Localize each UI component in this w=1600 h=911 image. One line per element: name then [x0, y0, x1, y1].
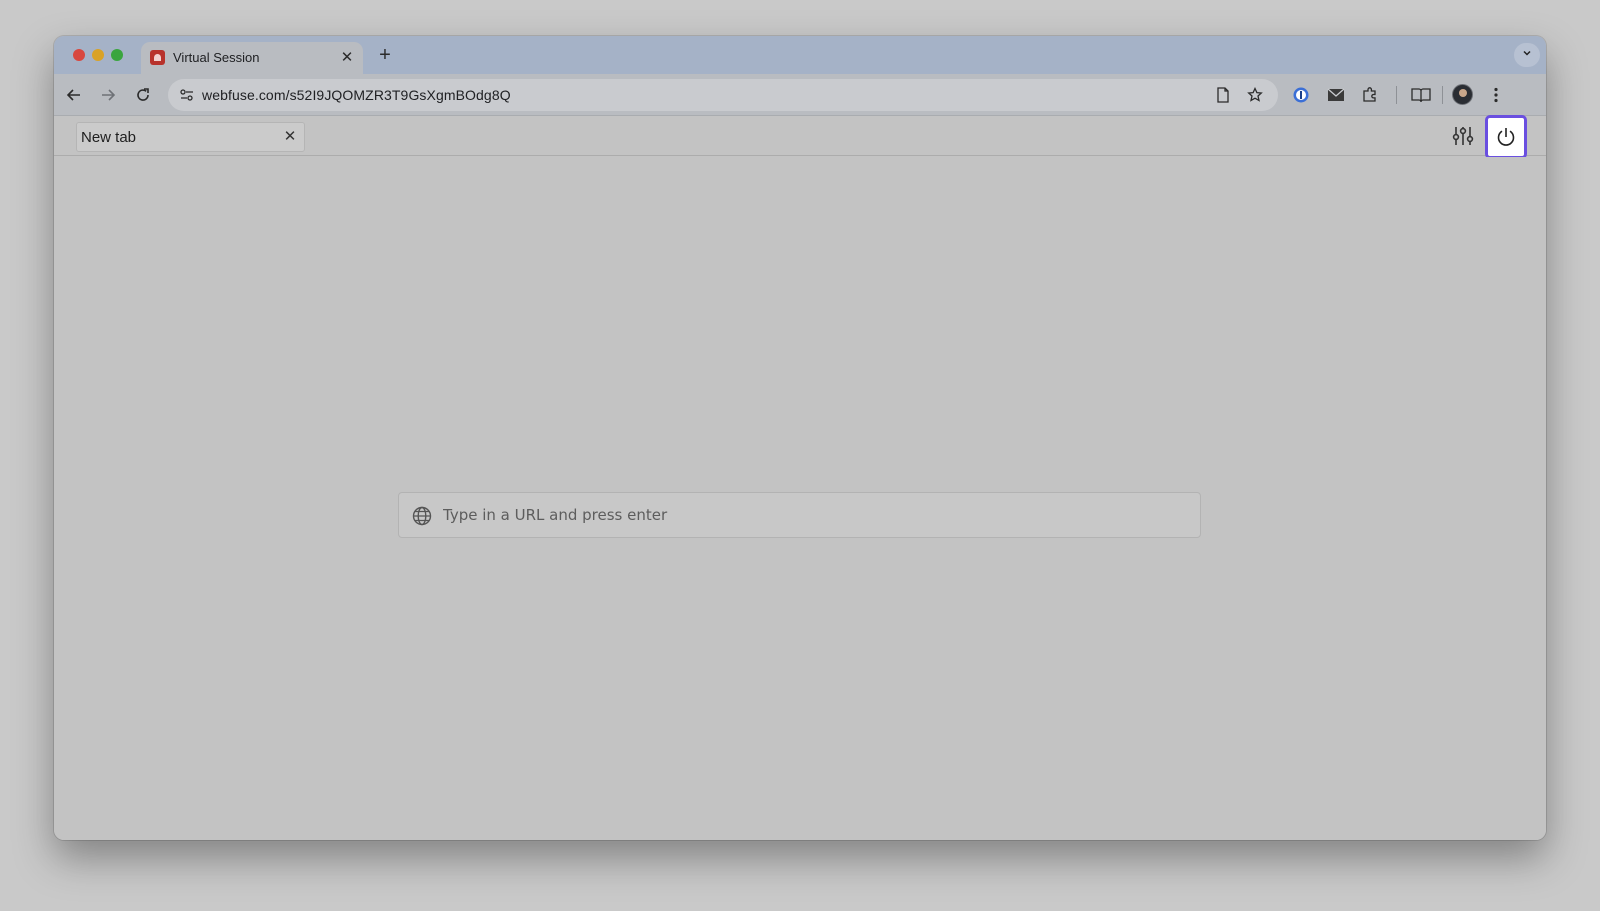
- session-tab-new-tab[interactable]: New tab ✕: [76, 122, 305, 152]
- close-window-button[interactable]: [73, 49, 85, 61]
- end-session-button[interactable]: [1485, 115, 1527, 159]
- browser-tab-title: Virtual Session: [173, 50, 260, 65]
- zoom-window-button[interactable]: [111, 49, 123, 61]
- power-icon: [1497, 128, 1515, 146]
- site-info-icon[interactable]: [176, 84, 198, 106]
- menu-icon[interactable]: [1484, 83, 1508, 107]
- mail-icon[interactable]: [1324, 83, 1348, 107]
- password-manager-icon[interactable]: [1289, 83, 1313, 107]
- tab-strip: Virtual Session ✕ +: [54, 36, 1546, 74]
- bookmark-star-icon[interactable]: [1244, 84, 1266, 106]
- browser-toolbar: webfuse.com/s52I9JQOMZR3T9GsXgmBOdg8Q: [54, 74, 1546, 116]
- address-bar-url: webfuse.com/s52I9JQOMZR3T9GsXgmBOdg8Q: [202, 87, 511, 103]
- address-bar[interactable]: webfuse.com/s52I9JQOMZR3T9GsXgmBOdg8Q: [168, 79, 1278, 111]
- session-tab-bar: New tab ✕: [54, 115, 1546, 159]
- profile-avatar[interactable]: [1452, 84, 1473, 105]
- url-input-container[interactable]: [398, 492, 1201, 538]
- close-tab-icon[interactable]: ✕: [337, 48, 357, 68]
- back-icon[interactable]: [62, 83, 86, 107]
- toolbar-divider: [1442, 86, 1443, 104]
- toolbar-divider: [1396, 86, 1397, 104]
- webfuse-favicon-icon: [150, 50, 165, 65]
- url-input[interactable]: [443, 493, 1183, 537]
- settings-sliders-icon[interactable]: [1450, 123, 1476, 149]
- page-icon[interactable]: [1212, 84, 1234, 106]
- session-content-area: [54, 157, 1546, 840]
- new-tab-button[interactable]: +: [374, 44, 396, 66]
- minimize-window-button[interactable]: [92, 49, 104, 61]
- browser-tab-virtual-session[interactable]: Virtual Session ✕: [141, 42, 363, 74]
- extensions-icon[interactable]: [1358, 83, 1382, 107]
- session-tab-label: New tab: [81, 129, 137, 146]
- forward-icon[interactable]: [96, 83, 120, 107]
- reading-list-icon[interactable]: [1409, 83, 1433, 107]
- globe-icon: [412, 506, 432, 526]
- chevron-down-icon: [1523, 50, 1531, 56]
- reload-icon[interactable]: [131, 83, 155, 107]
- tab-search-dropdown-button[interactable]: [1514, 43, 1540, 67]
- browser-window: Virtual Session ✕ + webfuse.com/s52I9JQO…: [54, 36, 1546, 840]
- close-icon[interactable]: ✕: [280, 127, 300, 147]
